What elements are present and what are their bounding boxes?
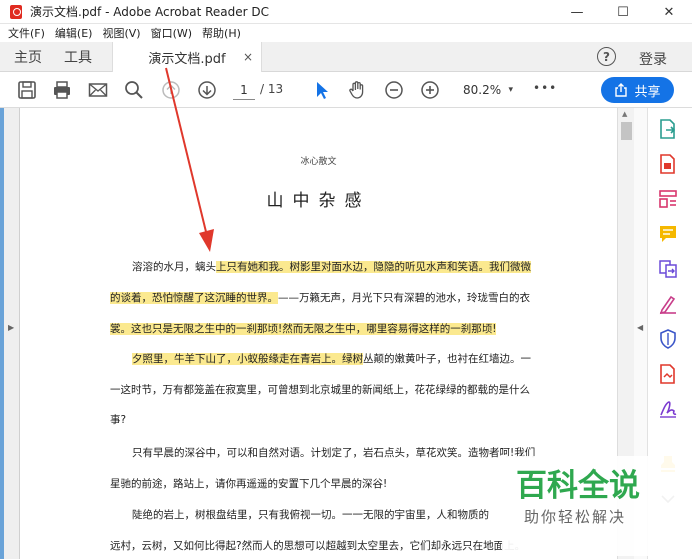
page-total: / 13 [260,82,284,96]
zoom-select[interactable]: 80.2% ▾ [455,80,515,100]
zoom-in-icon[interactable] [420,80,440,100]
maximize-button[interactable]: ☐ [600,0,646,24]
menu-file[interactable]: 文件(F) [8,25,45,41]
email-icon[interactable] [88,80,108,100]
more-tools-icon[interactable]: ••• [533,81,557,95]
minimize-button[interactable]: — [554,0,600,24]
tab-document[interactable]: 演示文档.pdf × [112,42,262,72]
acrobat-app-icon [10,4,22,19]
comment-icon[interactable] [657,223,679,245]
text-line: 夕照里，牛羊下山了，小蚁般缘走在青岩上。绿树丛颠的嫩黄叶子，也衬在红墙边。一 [132,353,531,365]
collapse-right-panel-icon[interactable]: ◀ [637,323,643,332]
help-icon[interactable]: ? [597,47,616,66]
window-title: 演示文档.pdf - Adobe Acrobat Reader DC [30,5,270,19]
watermark-logo: 百科全说 [516,468,640,504]
tab-close-icon[interactable]: × [243,50,253,64]
tab-home[interactable]: 主页 [14,47,42,67]
share-label: 共享 [634,84,661,100]
window-edge-strip [0,108,4,559]
export-pdf-icon[interactable] [657,118,679,140]
edit-pdf-icon[interactable] [657,188,679,210]
toolbar: 1 / 13 80.2% ▾ ••• 共享 [0,72,692,108]
zoom-value: 80.2% [463,83,502,97]
window-controls: — ☐ ✕ [554,0,692,24]
menu-edit[interactable]: 编辑(E) [55,25,93,41]
title-bar: 演示文档.pdf - Adobe Acrobat Reader DC — ☐ ✕ [0,0,692,24]
expand-left-panel-icon[interactable]: ▶ [8,323,14,332]
text-line: 一这时节，万有都笼盖在寂寞里，可曾想到北京城里的新闻纸上，花花绿绿的都载的是什么 [110,384,530,396]
optimize-pdf-icon[interactable] [657,363,679,385]
save-icon[interactable] [17,80,37,100]
page-number-input[interactable]: 1 [233,80,255,100]
document-subtitle: 冰心散文 [300,157,337,167]
share-button[interactable]: 共享 [601,77,674,103]
svg-text:百科全说: 百科全说 [516,468,640,504]
text-line: 事? [110,414,127,426]
previous-page-icon[interactable] [161,80,181,100]
text-line: 的谈着，恐怕惊醒了这沉睡的世界。——万籁无声，月光下只有深碧的池水，玲珑雪白的衣 [110,292,530,304]
zoom-out-icon[interactable] [384,80,404,100]
text-line: 溶溶的水月，螭头上只有她和我。树影里对面水边，隐隐的听见水声和笑语。我们微微 [132,261,531,273]
text-line: 远村，云树，又如何比得起?然而人的思想可以超越到太空里去，它们却永远只在地面上。 [110,540,526,552]
search-icon[interactable] [124,80,144,100]
print-icon[interactable] [52,80,72,100]
close-button[interactable]: ✕ [646,0,692,24]
fill-sign-icon[interactable] [657,293,679,315]
chevron-down-icon: ▾ [508,85,513,95]
scrollbar-thumb[interactable] [621,122,632,140]
tab-tools[interactable]: 工具 [64,47,92,67]
hand-tool-icon[interactable] [347,80,367,100]
tab-bar: 主页 工具 演示文档.pdf × ? 登录 [0,42,692,72]
text-line: 裳。这也只是无限之生中的一刹那顷!然而无限之生中，哪里容易得这样的一刹那顷! [110,323,497,335]
share-icon [615,83,628,97]
menu-window[interactable]: 窗口(W) [151,25,192,41]
tab-document-label: 演示文档.pdf [148,51,226,67]
scroll-up-icon[interactable]: ▲ [622,110,627,118]
select-cursor-icon[interactable] [312,80,332,100]
text-line: 星驰的前途，路站上，请你再遥遥的安置下几个早晨的深谷! [110,478,388,490]
combine-files-icon[interactable] [657,258,679,280]
watermark: 百科全说 助你轻松解决 [502,456,687,556]
menu-view[interactable]: 视图(V) [102,25,140,41]
protect-icon[interactable] [657,328,679,350]
watermark-subtitle: 助你轻松解决 [524,508,627,526]
menu-bar: 文件(F) 编辑(E) 视图(V) 窗口(W) 帮助(H) [0,24,692,42]
document-heading: 山中杂感 [266,191,371,211]
login-button[interactable]: 登录 [639,49,667,69]
signature-icon[interactable] [657,398,679,420]
menu-help[interactable]: 帮助(H) [202,25,241,41]
text-line: 陡绝的岩上，树根盘结里，只有我俯视一切。一一无限的宇宙里，人和物质的 [132,509,489,521]
text-line: 只有早晨的深谷中，可以和自然对语。计划定了，岩石点头，草花欢笑。造物者呵!我们 [132,447,536,459]
create-pdf-icon[interactable] [657,153,679,175]
next-page-icon[interactable] [197,80,217,100]
